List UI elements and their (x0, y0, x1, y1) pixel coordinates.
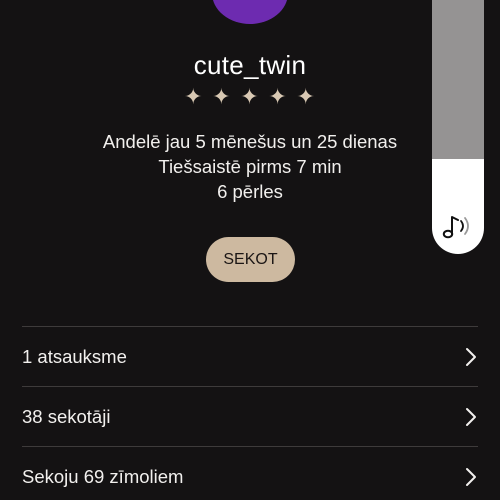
rating-star-icon: ✦ (240, 84, 260, 109)
rating-star-icon: ✦ (268, 84, 288, 109)
member-since-text: Andelē jau 5 mēnešus un 25 dienas (102, 131, 398, 152)
list-item-label: Sekoju 69 zīmoliem (22, 466, 184, 487)
chevron-right-icon (466, 468, 476, 486)
music-note-sound-icon[interactable] (442, 212, 474, 240)
chevron-right-icon (466, 348, 476, 366)
last-online-text: Tiešsaistē pirms 7 min (158, 156, 342, 177)
rating-stars: ✦ ✦ ✦ ✦ ✦ (0, 84, 500, 110)
media-volume-panel[interactable] (432, 0, 484, 254)
divider (22, 386, 478, 387)
list-item-followers[interactable]: 38 sekotāji (22, 388, 480, 446)
divider (22, 446, 478, 447)
avatar[interactable] (212, 0, 288, 24)
chevron-right-icon (466, 408, 476, 426)
rating-star-icon: ✦ (296, 84, 316, 109)
list-item-label: 1 atsauksme (22, 346, 127, 367)
rating-star-icon: ✦ (212, 84, 232, 109)
rating-star-icon: ✦ (184, 84, 204, 109)
list-item-following-brands[interactable]: Sekoju 69 zīmoliem (22, 448, 480, 500)
list-item-label: 38 sekotāji (22, 406, 111, 427)
list-item-reviews[interactable]: 1 atsauksme (22, 328, 480, 386)
divider (22, 326, 478, 327)
pearls-count-text: 6 pērles (217, 181, 283, 202)
profile-username: cute_twin (193, 50, 307, 80)
volume-level-fill[interactable] (432, 0, 484, 159)
follow-button[interactable]: SEKOT (206, 237, 295, 282)
